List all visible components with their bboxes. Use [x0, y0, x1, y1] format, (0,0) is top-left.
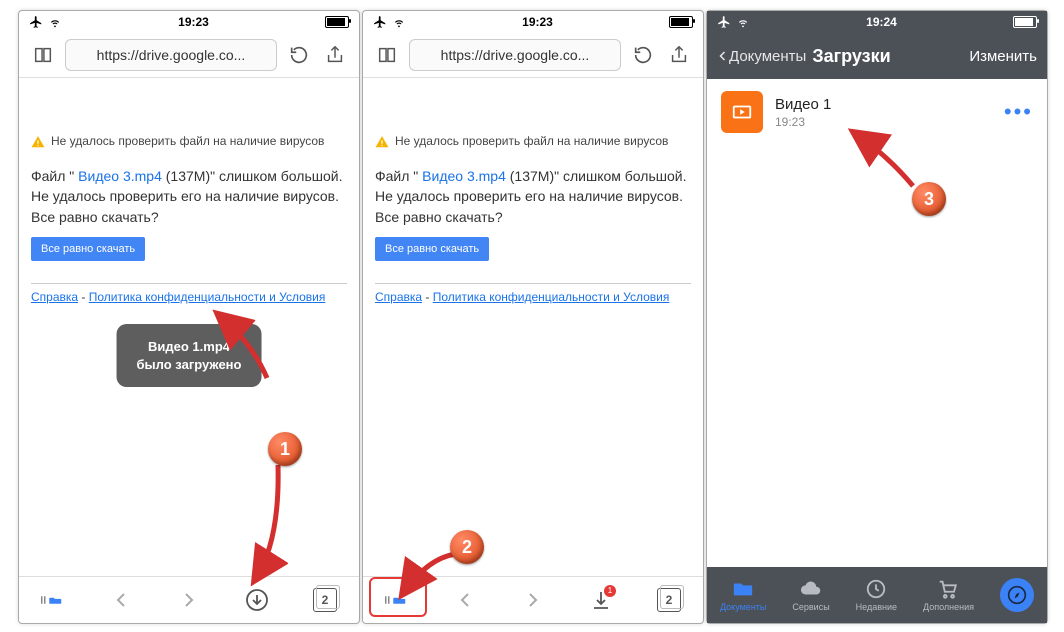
- help-link[interactable]: Справка: [375, 290, 422, 304]
- tab-documents[interactable]: Документы: [720, 578, 766, 612]
- back-button[interactable]: Документы: [717, 48, 806, 65]
- back-button[interactable]: [104, 583, 138, 617]
- airplane-icon: [717, 15, 731, 29]
- file-link[interactable]: Видео 3.mp4: [418, 168, 506, 184]
- phone-2: 19:23 https://drive.google.co... Не удал…: [362, 10, 704, 624]
- reload-icon[interactable]: [285, 41, 313, 69]
- downloads-button[interactable]: 1: [584, 583, 618, 617]
- file-message: Файл " Видео 3.mp4 (137M)" слишком больш…: [375, 166, 691, 227]
- sidebar-folder-button[interactable]: [36, 583, 70, 617]
- warning-icon: [31, 134, 45, 150]
- step-badge-2: 2: [450, 530, 484, 564]
- back-label: Документы: [729, 48, 806, 65]
- nav-bar: Документы Загрузки Изменить: [707, 33, 1047, 79]
- forward-button[interactable]: [172, 583, 206, 617]
- status-bar: 19:23: [363, 11, 703, 33]
- file-name: Видео 1: [775, 96, 992, 113]
- reload-icon[interactable]: [629, 41, 657, 69]
- file-message: Файл " Видео 3.mp4 (137M)" слишком больш…: [31, 166, 347, 227]
- tabs-button[interactable]: 2: [308, 583, 342, 617]
- file-link[interactable]: Видео 3.mp4: [74, 168, 162, 184]
- toast-line-1: Видео 1.mp4: [137, 338, 242, 356]
- file-row[interactable]: Видео 1 19:23 •••: [707, 79, 1047, 145]
- help-link[interactable]: Справка: [31, 290, 78, 304]
- reader-icon[interactable]: [373, 41, 401, 69]
- step-badge-1: 1: [268, 432, 302, 466]
- tab-recent[interactable]: Недавние: [856, 578, 897, 612]
- policy-link[interactable]: Политика конфиденциальности и Условия: [433, 290, 670, 304]
- browser-bottom-bar: 2: [19, 576, 359, 623]
- page-content: Не удалось проверить файл на наличие вир…: [363, 78, 703, 576]
- browser-bar: https://drive.google.co...: [363, 33, 703, 78]
- download-badge: 1: [604, 585, 616, 597]
- battery-icon: [325, 16, 349, 28]
- share-icon[interactable]: [665, 41, 693, 69]
- airplane-icon: [373, 15, 387, 29]
- edit-button[interactable]: Изменить: [969, 48, 1037, 65]
- status-bar: 19:24: [707, 11, 1047, 33]
- forward-button[interactable]: [516, 583, 550, 617]
- url-field[interactable]: https://drive.google.co...: [409, 39, 621, 71]
- tabs-button[interactable]: 2: [652, 583, 686, 617]
- toast-line-2: было загружено: [137, 356, 242, 374]
- download-anyway-button[interactable]: Все равно скачать: [375, 237, 489, 261]
- wifi-icon: [392, 15, 406, 29]
- page-title: Загрузки: [812, 46, 890, 67]
- downloads-button[interactable]: [240, 583, 274, 617]
- url-field[interactable]: https://drive.google.co...: [65, 39, 277, 71]
- url-text: https://drive.google.co...: [97, 47, 246, 63]
- browser-button[interactable]: [1000, 578, 1034, 612]
- status-time: 19:24: [866, 15, 897, 29]
- chevron-left-icon: [717, 48, 729, 64]
- browser-bottom-bar: 1 2: [363, 576, 703, 623]
- tab-services[interactable]: Сервисы: [792, 578, 829, 612]
- step-badge-3: 3: [912, 182, 946, 216]
- download-anyway-button[interactable]: Все равно скачать: [31, 237, 145, 261]
- phone-3: 19:24 Документы Загрузки Изменить Видео …: [706, 10, 1048, 624]
- warning-icon: [375, 134, 389, 150]
- battery-icon: [1013, 16, 1037, 28]
- back-button[interactable]: [448, 583, 482, 617]
- sidebar-folder-button[interactable]: [380, 583, 414, 617]
- virus-warning-text: Не удалось проверить файл на наличие вир…: [51, 134, 324, 148]
- share-icon[interactable]: [321, 41, 349, 69]
- wifi-icon: [48, 15, 62, 29]
- policy-link[interactable]: Политика конфиденциальности и Условия: [89, 290, 326, 304]
- tab-bar: Документы Сервисы Недавние Дополнения: [707, 567, 1047, 623]
- more-button[interactable]: •••: [1004, 99, 1033, 125]
- download-toast: Видео 1.mp4 было загружено: [117, 324, 262, 387]
- status-time: 19:23: [178, 15, 209, 29]
- page-content: Не удалось проверить файл на наличие вир…: [19, 78, 359, 576]
- wifi-icon: [736, 15, 750, 29]
- browser-bar: https://drive.google.co...: [19, 33, 359, 78]
- status-bar: 19:23: [19, 11, 359, 33]
- tab-addons[interactable]: Дополнения: [923, 578, 974, 612]
- airplane-icon: [29, 15, 43, 29]
- footer-links: Справка - Политика конфиденциальности и …: [31, 283, 347, 304]
- downloads-list: Видео 1 19:23 •••: [707, 79, 1047, 567]
- status-time: 19:23: [522, 15, 553, 29]
- phone-1: 19:23 https://drive.google.co... Не удал…: [18, 10, 360, 624]
- reader-icon[interactable]: [29, 41, 57, 69]
- file-time: 19:23: [775, 115, 992, 129]
- video-file-icon: [721, 91, 763, 133]
- battery-icon: [669, 16, 693, 28]
